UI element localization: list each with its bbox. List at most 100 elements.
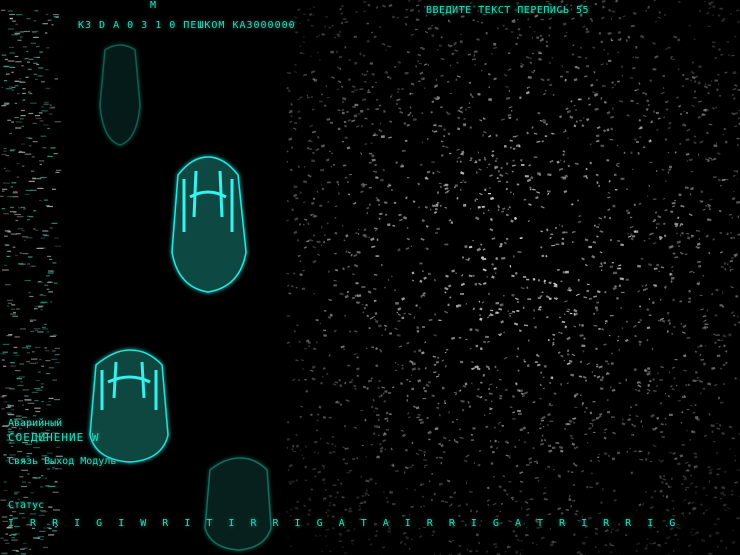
noise-speckle xyxy=(438,482,443,486)
noise-speckle xyxy=(680,234,682,237)
noise-glyph xyxy=(45,13,49,16)
noise-speckle xyxy=(660,459,665,463)
noise-speckle xyxy=(645,284,648,287)
noise-speckle xyxy=(363,0,367,3)
noise-speckle xyxy=(705,205,708,207)
noise-speckle xyxy=(339,482,343,485)
noise-speckle xyxy=(556,160,560,164)
noise-speckle xyxy=(323,329,326,332)
noise-speckle xyxy=(405,247,410,250)
noise-glyph xyxy=(5,88,13,90)
noise-speckle xyxy=(557,351,561,354)
noise-speckle xyxy=(591,371,594,374)
noise-speckle xyxy=(493,77,497,81)
noise-speckle xyxy=(572,421,576,424)
noise-glyph xyxy=(14,336,20,338)
noise-speckle xyxy=(477,388,480,391)
noise-glyph xyxy=(34,400,39,402)
noise-speckle xyxy=(664,180,667,183)
noise-glyph xyxy=(19,81,26,83)
noise-speckle xyxy=(385,428,390,431)
noise-speckle xyxy=(633,450,638,452)
noise-speckle xyxy=(394,362,397,364)
noise-speckle xyxy=(505,86,509,88)
noise-speckle xyxy=(580,469,585,473)
noise-speckle xyxy=(293,193,298,198)
noise-glyph xyxy=(27,61,30,63)
noise-speckle xyxy=(604,322,607,325)
noise-speckle xyxy=(449,92,452,95)
noise-speckle xyxy=(530,176,534,180)
noise-speckle xyxy=(354,61,358,65)
noise-speckle xyxy=(730,13,733,15)
noise-speckle xyxy=(357,113,361,116)
noise-speckle xyxy=(670,280,673,283)
noise-speckle xyxy=(360,152,363,155)
noise-glyph xyxy=(7,119,12,121)
noise-speckle xyxy=(699,294,703,297)
noise-speckle xyxy=(531,52,535,55)
noise-speckle xyxy=(444,351,447,354)
noise-speckle xyxy=(648,184,650,187)
noise-speckle xyxy=(492,502,497,506)
noise-speckle xyxy=(648,542,652,545)
noise-speckle xyxy=(408,547,411,550)
noise-speckle xyxy=(416,326,420,330)
noise-speckle xyxy=(336,491,340,494)
noise-speckle xyxy=(547,465,551,468)
noise-speckle xyxy=(625,39,628,42)
noise-speckle xyxy=(482,248,486,251)
noise-speckle xyxy=(665,392,667,395)
noise-speckle xyxy=(719,497,723,500)
noise-speckle xyxy=(707,466,711,469)
noise-speckle xyxy=(619,277,625,281)
noise-speckle xyxy=(548,83,553,87)
noise-speckle xyxy=(430,111,433,114)
noise-speckle xyxy=(617,30,622,35)
noise-speckle xyxy=(598,184,600,188)
noise-speckle xyxy=(306,147,310,150)
noise-glyph xyxy=(10,365,16,367)
noise-speckle xyxy=(444,243,449,246)
noise-speckle xyxy=(637,264,642,268)
noise-speckle xyxy=(327,316,331,319)
noise-speckle xyxy=(419,71,424,75)
noise-speckle xyxy=(583,337,586,340)
noise-speckle xyxy=(371,154,375,158)
noise-speckle xyxy=(575,108,578,111)
noise-speckle xyxy=(521,548,523,551)
noise-speckle xyxy=(383,110,386,113)
noise-speckle xyxy=(678,245,681,248)
noise-speckle xyxy=(658,459,661,461)
noise-speckle xyxy=(608,180,611,183)
noise-glyph xyxy=(26,452,33,455)
noise-speckle xyxy=(691,75,696,80)
noise-speckle xyxy=(439,185,443,189)
noise-speckle xyxy=(305,390,308,393)
noise-speckle xyxy=(423,453,426,457)
noise-speckle xyxy=(423,63,428,66)
noise-speckle xyxy=(682,324,687,329)
noise-speckle xyxy=(598,365,603,369)
noise-speckle xyxy=(583,0,587,3)
noise-speckle xyxy=(410,33,414,37)
noise-speckle xyxy=(592,400,596,403)
noise-speckle xyxy=(736,137,740,140)
noise-speckle xyxy=(488,367,491,370)
noise-glyph xyxy=(29,362,36,364)
noise-speckle xyxy=(331,436,334,438)
noise-glyph xyxy=(48,367,54,369)
noise-speckle xyxy=(320,184,323,186)
noise-speckle xyxy=(463,459,468,463)
noise-speckle xyxy=(578,98,582,101)
noise-speckle xyxy=(480,256,483,259)
noise-glyph xyxy=(48,19,52,21)
noise-speckle xyxy=(558,115,563,119)
noise-glyph xyxy=(41,365,44,367)
noise-speckle xyxy=(703,362,706,366)
noise-speckle xyxy=(683,369,687,372)
noise-speckle xyxy=(579,334,584,337)
noise-speckle xyxy=(469,93,473,97)
noise-glyph xyxy=(1,208,5,210)
noise-speckle xyxy=(389,490,394,494)
